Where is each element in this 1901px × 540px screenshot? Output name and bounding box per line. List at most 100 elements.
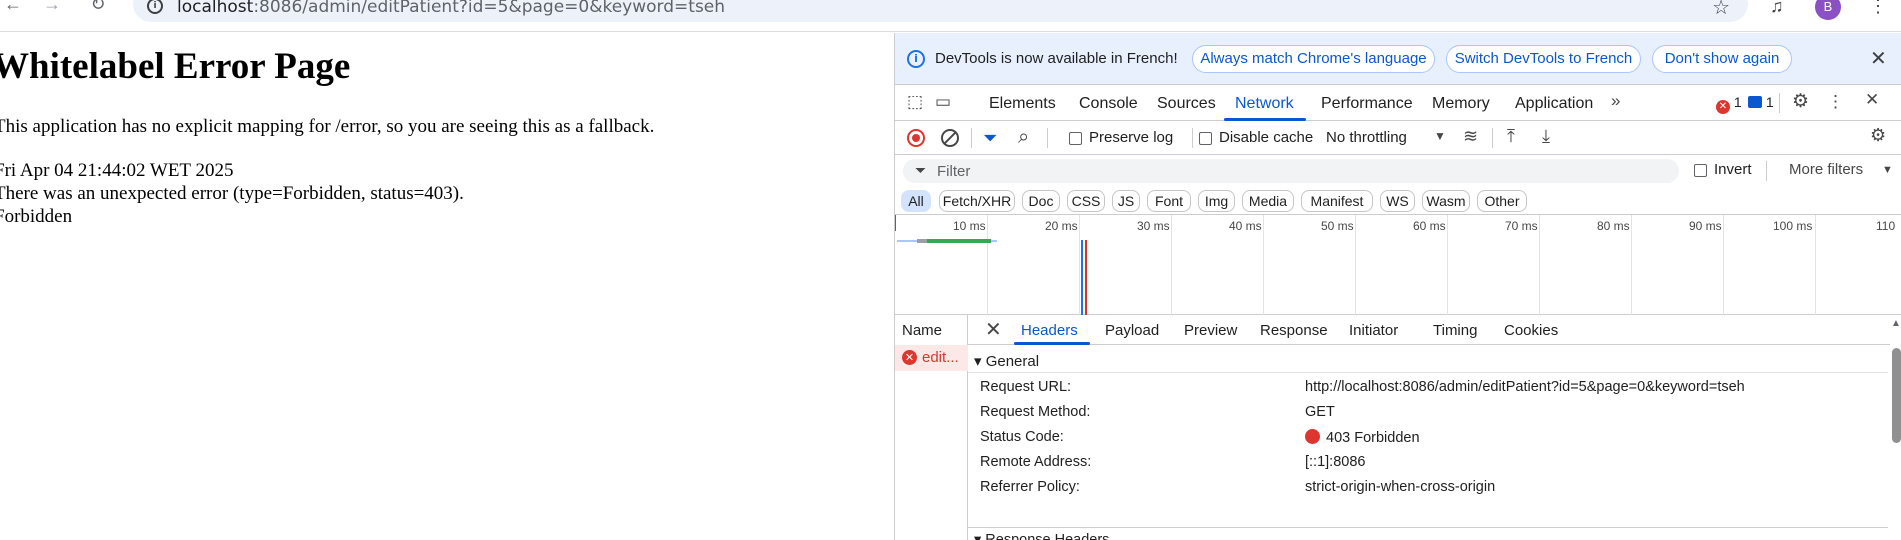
site-info-icon[interactable]: i: [147, 0, 163, 14]
overview-handle-left[interactable]: [895, 215, 896, 231]
name-column-header[interactable]: Name: [902, 322, 942, 339]
type-filter-js[interactable]: JS: [1112, 190, 1140, 212]
grid-line: [1263, 215, 1264, 315]
tick-label: 90 ms: [1689, 219, 1722, 233]
close-details-icon[interactable]: ✕: [985, 317, 1002, 342]
scrollbar-thumb[interactable]: [1892, 348, 1901, 443]
close-devtools-icon[interactable]: ✕: [1865, 90, 1879, 110]
type-filter-ws[interactable]: WS: [1380, 190, 1415, 212]
tab-performance[interactable]: Performance: [1321, 95, 1413, 113]
chevron-down-icon[interactable]: ▼: [1434, 129, 1446, 143]
close-infobar-icon[interactable]: ✕: [1870, 46, 1887, 71]
devtools-menu-icon[interactable]: ⋮: [1827, 92, 1844, 112]
timeline-overview[interactable]: 10 ms 20 ms 30 ms 40 ms 50 ms 60 ms 70 m…: [895, 215, 1901, 315]
header-key: Referrer Policy:: [980, 479, 1080, 495]
forward-icon[interactable]: →: [41, 0, 63, 14]
error-count: 1: [1733, 94, 1742, 110]
header-key: Request URL:: [980, 379, 1072, 395]
tab-application[interactable]: Application: [1515, 95, 1593, 113]
network-conditions-icon[interactable]: ≋: [1463, 126, 1478, 147]
filter-input[interactable]: ⏷ Filter: [903, 159, 1679, 183]
bookmark-star-icon[interactable]: ☆: [1712, 0, 1730, 20]
error-icon: ✕: [1716, 100, 1730, 114]
filter-funnel-icon[interactable]: ⏷: [983, 128, 997, 149]
reload-icon[interactable]: ↻: [87, 0, 109, 14]
more-filters-chevron-icon[interactable]: ▼: [1882, 164, 1893, 176]
profile-avatar[interactable]: B: [1815, 0, 1841, 20]
dont-show-again-button[interactable]: Don't show again: [1652, 45, 1792, 73]
error-type: There was an unexpected error (type=Forb…: [0, 183, 464, 204]
preserve-log-checkbox[interactable]: [1069, 132, 1082, 145]
request-row[interactable]: ✕ edit...: [895, 345, 968, 371]
header-value: http://localhost:8086/admin/editPatient?…: [1305, 379, 1745, 395]
type-filter-img[interactable]: Img: [1198, 190, 1235, 212]
switch-french-button[interactable]: Switch DevTools to French: [1446, 45, 1641, 73]
error-message: Forbidden: [0, 206, 73, 227]
tab-timing[interactable]: Timing: [1433, 322, 1477, 339]
request-name: edit...: [922, 349, 959, 366]
throttling-select[interactable]: No throttling: [1326, 129, 1407, 146]
detail-tabs: ✕ Headers Payload Preview Response Initi…: [968, 315, 1901, 345]
type-filter-wasm[interactable]: Wasm: [1422, 190, 1470, 212]
tab-elements[interactable]: Elements: [989, 95, 1056, 113]
disable-cache-checkbox[interactable]: [1199, 132, 1212, 145]
more-filters-button[interactable]: More filters: [1789, 161, 1863, 178]
response-headers-toggle[interactable]: ▾ Response Headers: [974, 532, 1109, 540]
filter-icon: ⏷: [915, 162, 927, 178]
toolbar-separator: [1192, 128, 1193, 148]
tab-console[interactable]: Console: [1079, 95, 1138, 113]
match-language-button[interactable]: Always match Chrome's language: [1192, 45, 1435, 73]
error-count-badge[interactable]: ✕ 1: [1716, 94, 1742, 114]
grid-line: [987, 215, 988, 315]
back-icon[interactable]: ←: [2, 0, 24, 14]
settings-gear-icon[interactable]: ⚙: [1792, 90, 1809, 113]
url-host: localhost: [177, 0, 254, 17]
type-filter-other[interactable]: Other: [1477, 190, 1527, 212]
type-filter-fetch-xhr[interactable]: Fetch/XHR: [939, 190, 1015, 212]
import-har-icon[interactable]: ⤒: [1507, 126, 1515, 147]
tab-preview[interactable]: Preview: [1184, 322, 1237, 339]
response-headers-section[interactable]: ▾ Response Headers: [968, 527, 1888, 540]
type-filter-font[interactable]: Font: [1147, 190, 1191, 212]
error-timestamp: Fri Apr 04 21:44:02 WET 2025: [0, 160, 234, 181]
url-path: :8086/admin/editPatient?id=5&page=0&keyw…: [253, 0, 726, 17]
network-settings-gear-icon[interactable]: ⚙: [1870, 125, 1886, 146]
tab-cookies[interactable]: Cookies: [1504, 322, 1558, 339]
tab-memory[interactable]: Memory: [1432, 95, 1490, 113]
record-stop-button[interactable]: [907, 129, 925, 147]
type-filter-media[interactable]: Media: [1242, 190, 1294, 212]
error-description: This application has no explicit mapping…: [0, 116, 655, 137]
tab-network[interactable]: Network: [1235, 95, 1294, 113]
active-detail-tab-indicator: [1014, 342, 1090, 345]
inspect-element-icon[interactable]: ⬚: [907, 92, 923, 112]
address-bar[interactable]: i localhost:8086/admin/editPatient?id=5&…: [133, 0, 1748, 22]
type-filter-css[interactable]: CSS: [1067, 190, 1105, 212]
header-value: GET: [1305, 404, 1335, 420]
browser-menu-icon[interactable]: ⋮: [1869, 0, 1887, 17]
message-count-badge[interactable]: 1: [1748, 94, 1774, 110]
tab-response[interactable]: Response: [1260, 322, 1328, 339]
request-list: Name ✕ edit...: [895, 315, 968, 540]
media-control-icon[interactable]: ♫: [1770, 0, 1784, 17]
tab-sources[interactable]: Sources: [1157, 95, 1216, 113]
tab-initiator[interactable]: Initiator: [1349, 322, 1398, 339]
devtools-tabstrip: ⬚ ▭ Elements Console Sources Network Per…: [895, 85, 1901, 121]
clear-log-icon[interactable]: [941, 129, 959, 147]
type-filter-manifest[interactable]: Manifest: [1301, 190, 1373, 212]
more-tabs-icon[interactable]: »: [1611, 91, 1620, 111]
export-har-icon[interactable]: ⤓: [1542, 126, 1550, 147]
type-filter-all[interactable]: All: [901, 190, 931, 212]
device-toolbar-icon[interactable]: ▭: [935, 92, 951, 112]
resource-type-filters: All Fetch/XHR Doc CSS JS Font Img Media …: [895, 187, 1901, 215]
address-bar-url[interactable]: localhost:8086/admin/editPatient?id=5&pa…: [177, 0, 725, 17]
general-section-toggle[interactable]: ▾ General: [974, 352, 1039, 370]
tick-label: 30 ms: [1137, 219, 1170, 233]
search-icon[interactable]: ⌕: [1018, 126, 1029, 149]
scroll-up-icon[interactable]: ▲: [1891, 318, 1901, 329]
invert-checkbox[interactable]: [1694, 164, 1707, 177]
tab-payload[interactable]: Payload: [1105, 322, 1159, 339]
details-scrollbar[interactable]: ▲: [1890, 315, 1901, 540]
tab-headers[interactable]: Headers: [1021, 322, 1078, 339]
tick-label: 100 ms: [1773, 219, 1813, 233]
type-filter-doc[interactable]: Doc: [1022, 190, 1060, 212]
